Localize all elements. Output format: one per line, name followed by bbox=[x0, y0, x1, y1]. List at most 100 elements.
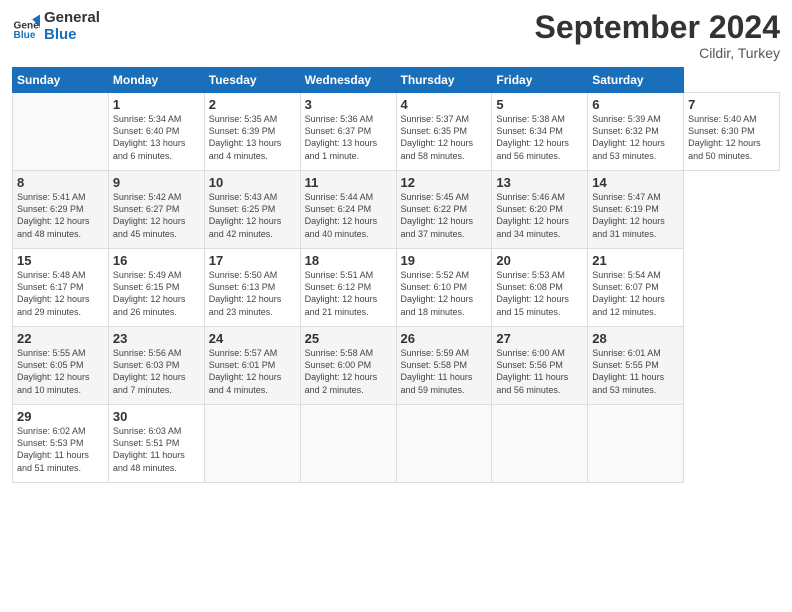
calendar-cell bbox=[13, 93, 109, 171]
day-info: Sunrise: 5:36 AM Sunset: 6:37 PM Dayligh… bbox=[305, 113, 392, 162]
day-info: Sunrise: 5:45 AM Sunset: 6:22 PM Dayligh… bbox=[401, 191, 488, 240]
day-info: Sunrise: 5:37 AM Sunset: 6:35 PM Dayligh… bbox=[401, 113, 488, 162]
calendar-cell bbox=[300, 405, 396, 483]
day-number: 9 bbox=[113, 175, 200, 190]
day-number: 21 bbox=[592, 253, 679, 268]
calendar-cell bbox=[396, 405, 492, 483]
day-info: Sunrise: 5:54 AM Sunset: 6:07 PM Dayligh… bbox=[592, 269, 679, 318]
calendar-cell: 19Sunrise: 5:52 AM Sunset: 6:10 PM Dayli… bbox=[396, 249, 492, 327]
day-number: 19 bbox=[401, 253, 488, 268]
calendar-cell: 2Sunrise: 5:35 AM Sunset: 6:39 PM Daylig… bbox=[204, 93, 300, 171]
calendar-cell: 14Sunrise: 5:47 AM Sunset: 6:19 PM Dayli… bbox=[588, 171, 684, 249]
calendar-cell: 11Sunrise: 5:44 AM Sunset: 6:24 PM Dayli… bbox=[300, 171, 396, 249]
day-number: 18 bbox=[305, 253, 392, 268]
day-info: Sunrise: 5:35 AM Sunset: 6:39 PM Dayligh… bbox=[209, 113, 296, 162]
day-info: Sunrise: 5:51 AM Sunset: 6:12 PM Dayligh… bbox=[305, 269, 392, 318]
day-info: Sunrise: 5:57 AM Sunset: 6:01 PM Dayligh… bbox=[209, 347, 296, 396]
calendar-week-3: 15Sunrise: 5:48 AM Sunset: 6:17 PM Dayli… bbox=[13, 249, 780, 327]
day-info: Sunrise: 5:48 AM Sunset: 6:17 PM Dayligh… bbox=[17, 269, 104, 318]
day-info: Sunrise: 5:34 AM Sunset: 6:40 PM Dayligh… bbox=[113, 113, 200, 162]
calendar-cell bbox=[588, 405, 684, 483]
header-monday: Monday bbox=[108, 68, 204, 93]
header-row: General Blue General Blue September 2024… bbox=[12, 10, 780, 61]
day-number: 22 bbox=[17, 331, 104, 346]
day-number: 12 bbox=[401, 175, 488, 190]
day-number: 28 bbox=[592, 331, 679, 346]
day-number: 2 bbox=[209, 97, 296, 112]
day-number: 29 bbox=[17, 409, 104, 424]
calendar-cell: 7Sunrise: 5:40 AM Sunset: 6:30 PM Daylig… bbox=[684, 93, 780, 171]
day-number: 6 bbox=[592, 97, 679, 112]
day-info: Sunrise: 5:47 AM Sunset: 6:19 PM Dayligh… bbox=[592, 191, 679, 240]
calendar-cell: 10Sunrise: 5:43 AM Sunset: 6:25 PM Dayli… bbox=[204, 171, 300, 249]
day-number: 14 bbox=[592, 175, 679, 190]
day-info: Sunrise: 6:01 AM Sunset: 5:55 PM Dayligh… bbox=[592, 347, 679, 396]
day-info: Sunrise: 6:03 AM Sunset: 5:51 PM Dayligh… bbox=[113, 425, 200, 474]
day-info: Sunrise: 5:58 AM Sunset: 6:00 PM Dayligh… bbox=[305, 347, 392, 396]
day-number: 7 bbox=[688, 97, 775, 112]
calendar-week-1: 1Sunrise: 5:34 AM Sunset: 6:40 PM Daylig… bbox=[13, 93, 780, 171]
calendar-cell: 9Sunrise: 5:42 AM Sunset: 6:27 PM Daylig… bbox=[108, 171, 204, 249]
header-wednesday: Wednesday bbox=[300, 68, 396, 93]
calendar-cell: 16Sunrise: 5:49 AM Sunset: 6:15 PM Dayli… bbox=[108, 249, 204, 327]
calendar-cell: 27Sunrise: 6:00 AM Sunset: 5:56 PM Dayli… bbox=[492, 327, 588, 405]
svg-text:Blue: Blue bbox=[14, 29, 36, 40]
calendar-cell: 28Sunrise: 6:01 AM Sunset: 5:55 PM Dayli… bbox=[588, 327, 684, 405]
day-info: Sunrise: 5:38 AM Sunset: 6:34 PM Dayligh… bbox=[496, 113, 583, 162]
day-info: Sunrise: 6:00 AM Sunset: 5:56 PM Dayligh… bbox=[496, 347, 583, 396]
day-info: Sunrise: 6:02 AM Sunset: 5:53 PM Dayligh… bbox=[17, 425, 104, 474]
day-number: 17 bbox=[209, 253, 296, 268]
day-number: 16 bbox=[113, 253, 200, 268]
day-number: 10 bbox=[209, 175, 296, 190]
calendar-cell: 18Sunrise: 5:51 AM Sunset: 6:12 PM Dayli… bbox=[300, 249, 396, 327]
logo-icon: General Blue bbox=[12, 13, 40, 41]
location-subtitle: Cildir, Turkey bbox=[535, 45, 780, 61]
day-number: 1 bbox=[113, 97, 200, 112]
calendar-cell: 13Sunrise: 5:46 AM Sunset: 6:20 PM Dayli… bbox=[492, 171, 588, 249]
calendar-cell: 22Sunrise: 5:55 AM Sunset: 6:05 PM Dayli… bbox=[13, 327, 109, 405]
day-number: 26 bbox=[401, 331, 488, 346]
day-info: Sunrise: 5:52 AM Sunset: 6:10 PM Dayligh… bbox=[401, 269, 488, 318]
calendar-table: SundayMondayTuesdayWednesdayThursdayFrid… bbox=[12, 67, 780, 483]
day-number: 20 bbox=[496, 253, 583, 268]
calendar-cell: 30Sunrise: 6:03 AM Sunset: 5:51 PM Dayli… bbox=[108, 405, 204, 483]
logo-general: General bbox=[44, 10, 100, 27]
calendar-week-5: 29Sunrise: 6:02 AM Sunset: 5:53 PM Dayli… bbox=[13, 405, 780, 483]
day-number: 15 bbox=[17, 253, 104, 268]
logo: General Blue General Blue bbox=[12, 10, 100, 43]
calendar-cell: 3Sunrise: 5:36 AM Sunset: 6:37 PM Daylig… bbox=[300, 93, 396, 171]
day-info: Sunrise: 5:43 AM Sunset: 6:25 PM Dayligh… bbox=[209, 191, 296, 240]
calendar-cell: 26Sunrise: 5:59 AM Sunset: 5:58 PM Dayli… bbox=[396, 327, 492, 405]
calendar-cell bbox=[492, 405, 588, 483]
calendar-cell: 29Sunrise: 6:02 AM Sunset: 5:53 PM Dayli… bbox=[13, 405, 109, 483]
calendar-header-row: SundayMondayTuesdayWednesdayThursdayFrid… bbox=[13, 68, 780, 93]
calendar-cell: 4Sunrise: 5:37 AM Sunset: 6:35 PM Daylig… bbox=[396, 93, 492, 171]
day-number: 3 bbox=[305, 97, 392, 112]
calendar-cell: 17Sunrise: 5:50 AM Sunset: 6:13 PM Dayli… bbox=[204, 249, 300, 327]
calendar-cell: 15Sunrise: 5:48 AM Sunset: 6:17 PM Dayli… bbox=[13, 249, 109, 327]
day-number: 25 bbox=[305, 331, 392, 346]
day-info: Sunrise: 5:53 AM Sunset: 6:08 PM Dayligh… bbox=[496, 269, 583, 318]
day-info: Sunrise: 5:40 AM Sunset: 6:30 PM Dayligh… bbox=[688, 113, 775, 162]
page-container: General Blue General Blue September 2024… bbox=[0, 0, 792, 491]
day-info: Sunrise: 5:55 AM Sunset: 6:05 PM Dayligh… bbox=[17, 347, 104, 396]
calendar-cell: 23Sunrise: 5:56 AM Sunset: 6:03 PM Dayli… bbox=[108, 327, 204, 405]
day-info: Sunrise: 5:56 AM Sunset: 6:03 PM Dayligh… bbox=[113, 347, 200, 396]
day-info: Sunrise: 5:46 AM Sunset: 6:20 PM Dayligh… bbox=[496, 191, 583, 240]
header-saturday: Saturday bbox=[588, 68, 684, 93]
header-sunday: Sunday bbox=[13, 68, 109, 93]
day-number: 8 bbox=[17, 175, 104, 190]
calendar-cell: 1Sunrise: 5:34 AM Sunset: 6:40 PM Daylig… bbox=[108, 93, 204, 171]
day-info: Sunrise: 5:59 AM Sunset: 5:58 PM Dayligh… bbox=[401, 347, 488, 396]
day-info: Sunrise: 5:41 AM Sunset: 6:29 PM Dayligh… bbox=[17, 191, 104, 240]
header-friday: Friday bbox=[492, 68, 588, 93]
calendar-cell: 6Sunrise: 5:39 AM Sunset: 6:32 PM Daylig… bbox=[588, 93, 684, 171]
day-info: Sunrise: 5:49 AM Sunset: 6:15 PM Dayligh… bbox=[113, 269, 200, 318]
day-number: 27 bbox=[496, 331, 583, 346]
day-number: 13 bbox=[496, 175, 583, 190]
logo-blue: Blue bbox=[44, 27, 100, 44]
calendar-cell: 12Sunrise: 5:45 AM Sunset: 6:22 PM Dayli… bbox=[396, 171, 492, 249]
header-thursday: Thursday bbox=[396, 68, 492, 93]
day-number: 11 bbox=[305, 175, 392, 190]
header-tuesday: Tuesday bbox=[204, 68, 300, 93]
